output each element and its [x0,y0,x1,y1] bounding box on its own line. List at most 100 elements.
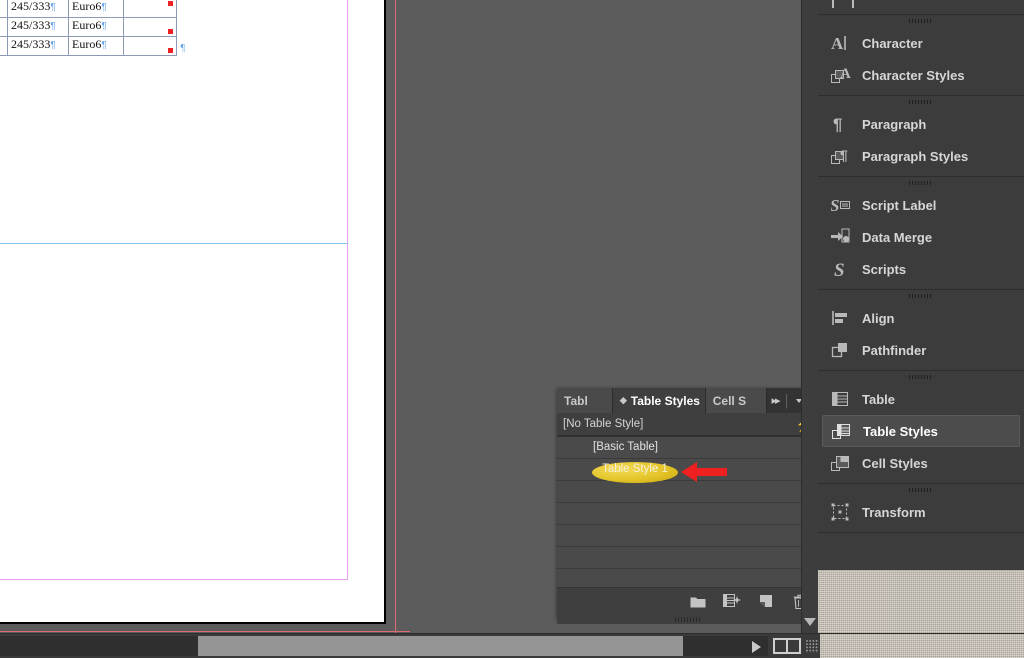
document-canvas[interactable]: 245/333¶ Euro6¶ 245/333¶ Euro6¶ 245/333¶… [0,0,410,634]
table-row[interactable]: 245/333¶ Euro6¶ [0,0,177,18]
table-styles-panel[interactable]: Tabl ◆ Table Styles Cell S ▸▸ │ [No Tabl… [557,388,819,624]
tab-table-styles[interactable]: ◆ Table Styles [612,388,706,413]
sidebar-item-label: Table Styles [863,423,938,439]
window-resize-grip[interactable] [806,640,819,653]
sidebar-item-data-merge[interactable]: Data Merge [822,221,1020,253]
dock-group-table: Table Table Styles Cell Styles [818,371,1024,484]
sidebar-item-label: Transform [862,504,926,520]
align-icon [830,307,852,329]
dock-group-align: Align Pathfinder [818,290,1024,371]
list-item-empty [557,569,819,587]
table-cell-blank[interactable] [0,0,8,18]
sidebar-item-align[interactable]: Align [822,302,1020,334]
tab-overflow-icon[interactable]: ▸▸ [771,394,780,407]
dock-partial-item-top[interactable] [818,0,1024,15]
document-table[interactable]: 245/333¶ Euro6¶ 245/333¶ Euro6¶ 245/333¶… [0,0,185,56]
table-row[interactable]: 245/333¶ Euro6¶ [0,17,177,37]
dock-group-grip[interactable] [818,290,1024,302]
document-vertical-scrollbar[interactable] [801,0,818,634]
split-layout-view-button[interactable] [773,638,801,654]
hscroll-thumb[interactable] [198,636,683,656]
paragraph-styles-icon: ¶ [830,145,852,167]
dock-group-grip[interactable] [818,371,1024,383]
new-page-icon[interactable] [757,593,775,609]
sidebar-item-label: Script Label [862,197,937,213]
cell-text: 245/333 [11,0,51,13]
list-item-empty [557,481,819,503]
desktop-background-strip [820,634,1024,658]
table-row[interactable]: 245/333¶ Euro6¶ ¶ [0,36,185,56]
sidebar-item-transform[interactable]: Transform [822,496,1020,528]
table-cell-emission[interactable]: Euro6¶ [68,17,124,37]
hscroll-left-track[interactable] [0,636,198,656]
list-item-basic-table[interactable]: [Basic Table] [557,437,819,459]
cell-text: Euro6 [72,0,102,13]
list-item-empty [557,525,819,547]
table-cell-blank[interactable] [0,17,8,37]
tab-label: Tabl [564,393,588,408]
panel-footer[interactable] [557,587,819,618]
overset-indicator [168,48,173,53]
table-cell-mark[interactable] [123,0,177,18]
list-item-empty [557,547,819,569]
sidebar-item-character-styles[interactable]: A Character Styles [822,59,1020,91]
pilcrow-mark: ¶ [101,40,107,51]
sidebar-item-cell-styles[interactable]: Cell Styles [822,447,1020,479]
table-cell-mark[interactable]: ¶ [123,36,185,56]
right-dock-panel[interactable]: A Character A Character Styles ¶ Paragra… [817,0,1024,600]
tab-cell-styles[interactable]: Cell S [705,388,768,413]
current-style-row[interactable]: [No Table Style] ⚡ [557,413,819,436]
table-cell-blank[interactable] [0,36,8,56]
style-name: [Basic Table] [593,441,658,453]
pathfinder-icon [830,339,852,361]
sidebar-item-label: Paragraph [862,116,927,132]
table-cell-dimension[interactable]: 245/333¶ [7,36,69,56]
tab-table[interactable]: Tabl [557,388,613,413]
scroll-down-arrow-icon[interactable] [804,618,816,626]
document-page[interactable] [0,0,386,624]
table-icon [830,388,852,410]
list-item-table-style-1[interactable]: Table Style 1 [557,459,819,483]
dock-group-character: A Character A Character Styles [818,15,1024,96]
sidebar-item-script-label[interactable]: S Script Label [822,189,1020,221]
data-merge-icon [830,226,852,248]
sidebar-item-pathfinder[interactable]: Pathfinder [822,334,1020,366]
character-icon: A [830,32,852,54]
tab-grip-icon: ◆ [619,395,627,405]
panel-tab-bar[interactable]: Tabl ◆ Table Styles Cell S ▸▸ │ [557,388,819,413]
table-cell-mark[interactable] [123,17,177,37]
scripts-icon: S [830,258,852,280]
dock-group-grip[interactable] [818,177,1024,189]
table-styles-icon [831,420,853,442]
table-sparkle-icon[interactable] [723,593,741,609]
svg-text:A: A [831,34,844,52]
partial-icon [832,0,854,8]
panel-bottom-grip[interactable] [557,614,819,624]
dock-group-grip[interactable] [818,484,1024,496]
sidebar-item-table[interactable]: Table [822,383,1020,415]
sidebar-item-paragraph-styles[interactable]: ¶ Paragraph Styles [822,140,1020,172]
grip-dots-icon [675,616,701,622]
table-cell-emission[interactable]: Euro6¶ [68,0,124,18]
sidebar-item-scripts[interactable]: S Scripts [822,253,1020,285]
list-item-empty [557,503,819,525]
style-list[interactable]: [Basic Table] Table Style 1 [557,436,819,587]
document-horizontal-scrollbar[interactable] [0,633,1024,658]
transform-icon [830,501,852,523]
sidebar-item-paragraph[interactable]: ¶ Paragraph [822,108,1020,140]
table-cell-emission[interactable]: Euro6¶ [68,36,124,56]
sidebar-item-label: Data Merge [862,229,933,245]
sidebar-item-character[interactable]: A Character [822,27,1020,59]
character-styles-icon: A [830,64,852,86]
dock-group-grip[interactable] [818,15,1024,27]
sidebar-item-table-styles[interactable]: Table Styles [822,415,1020,447]
ruler-guide-horizontal[interactable] [0,243,348,244]
sidebar-item-label: Character [862,35,923,51]
cell-text: 245/333 [11,37,51,51]
table-cell-dimension[interactable]: 245/333¶ [7,0,69,18]
dock-group-transform: Transform [818,484,1024,533]
table-cell-dimension[interactable]: 245/333¶ [7,17,69,37]
folder-icon[interactable] [689,593,707,609]
scroll-right-arrow-icon[interactable] [752,641,761,653]
dock-group-grip[interactable] [818,96,1024,108]
